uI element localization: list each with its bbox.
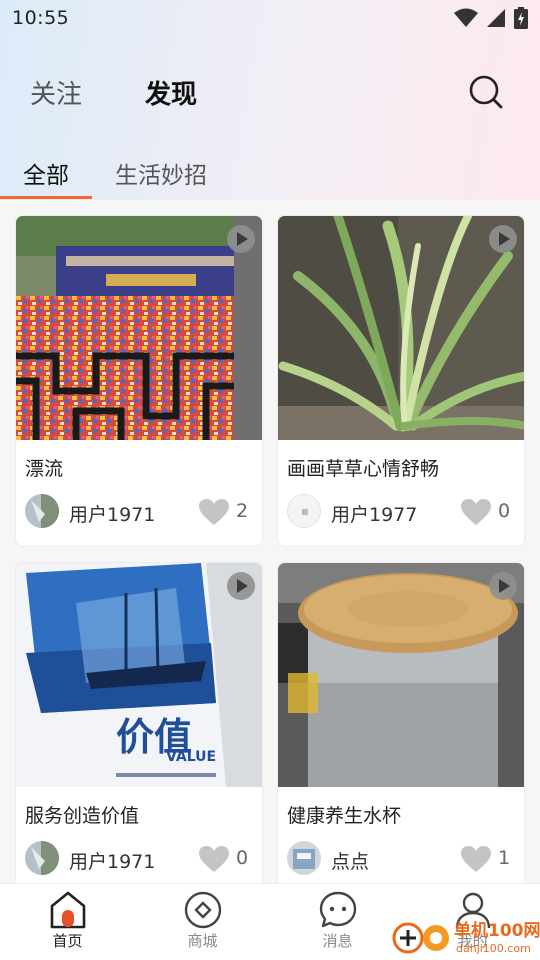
search-icon[interactable] bbox=[468, 74, 504, 110]
video-play-icon bbox=[489, 572, 517, 600]
post-card[interactable]: 画画草草心情舒畅 用户1977 0 bbox=[277, 215, 525, 547]
video-play-icon bbox=[227, 572, 255, 600]
category-tab-indicator bbox=[0, 196, 92, 199]
avatar[interactable] bbox=[287, 494, 321, 528]
post-author[interactable]: 用户1971 bbox=[69, 847, 155, 874]
like-count: 2 bbox=[236, 500, 249, 522]
heart-icon[interactable] bbox=[198, 498, 230, 526]
watermark-url: danji100.com bbox=[456, 942, 531, 955]
watermark-brand: 单机100网 bbox=[454, 920, 540, 941]
post-author[interactable]: 用户1977 bbox=[331, 500, 417, 527]
post-thumbnail[interactable] bbox=[278, 563, 524, 787]
post-card[interactable]: 价值 VALUE 服务创造价值 用户1971 0 bbox=[15, 562, 263, 883]
signal-icon bbox=[487, 9, 505, 27]
post-card[interactable]: 健康养生水杯 点点 1 bbox=[277, 562, 525, 883]
post-thumbnail[interactable] bbox=[16, 216, 262, 440]
feed-grid: 漂流 用户1971 2 画画草草心情舒畅 用户1977 0 价值 VALUE 服… bbox=[0, 200, 540, 883]
wifi-icon bbox=[454, 8, 478, 27]
message-icon bbox=[319, 891, 357, 928]
avatar[interactable] bbox=[25, 841, 59, 875]
tab-following[interactable]: 关注 bbox=[30, 74, 82, 111]
category-tabs: 全部 生活妙招 bbox=[0, 148, 540, 200]
post-title: 健康养生水杯 bbox=[287, 805, 402, 827]
nav-item-mall[interactable]: 商城 bbox=[135, 884, 270, 960]
like-count: 1 bbox=[498, 847, 511, 869]
post-title: 漂流 bbox=[25, 458, 64, 480]
post-card[interactable]: 漂流 用户1971 2 bbox=[15, 215, 263, 547]
nav-item-home[interactable]: 首页 bbox=[0, 884, 135, 960]
post-title: 画画草草心情舒畅 bbox=[287, 458, 440, 480]
post-thumbnail[interactable] bbox=[278, 216, 524, 440]
status-icons bbox=[454, 7, 528, 29]
category-tab-life-tips[interactable]: 生活妙招 bbox=[115, 156, 207, 190]
nav-label: 首页 bbox=[52, 932, 83, 950]
nav-item-messages[interactable]: 消息 bbox=[270, 884, 405, 960]
heart-icon[interactable] bbox=[198, 845, 230, 873]
nav-label: 消息 bbox=[322, 932, 353, 950]
post-thumbnail[interactable]: 价值 VALUE bbox=[16, 563, 262, 787]
battery-icon bbox=[514, 7, 528, 29]
post-author[interactable]: 点点 bbox=[331, 847, 369, 874]
video-play-icon bbox=[227, 225, 255, 253]
status-time: 10:55 bbox=[12, 7, 70, 29]
poster-sub-text: VALUE bbox=[166, 749, 216, 765]
mall-icon bbox=[184, 891, 222, 929]
post-title: 服务创造价值 bbox=[25, 805, 140, 827]
heart-icon[interactable] bbox=[460, 498, 492, 526]
header: 关注 发现 bbox=[0, 64, 540, 124]
heart-icon[interactable] bbox=[460, 845, 492, 873]
avatar[interactable] bbox=[25, 494, 59, 528]
like-count: 0 bbox=[236, 847, 249, 869]
nav-label: 商城 bbox=[187, 932, 218, 950]
site-watermark: 单机100网 danji100.com bbox=[392, 920, 540, 955]
avatar[interactable] bbox=[287, 841, 321, 875]
category-tab-all[interactable]: 全部 bbox=[23, 156, 69, 190]
tab-discover[interactable]: 发现 bbox=[145, 74, 197, 111]
post-author[interactable]: 用户1971 bbox=[69, 500, 155, 527]
home-icon bbox=[50, 891, 86, 929]
status-bar: 10:55 bbox=[0, 0, 540, 36]
video-play-icon bbox=[489, 225, 517, 253]
like-count: 0 bbox=[498, 500, 511, 522]
